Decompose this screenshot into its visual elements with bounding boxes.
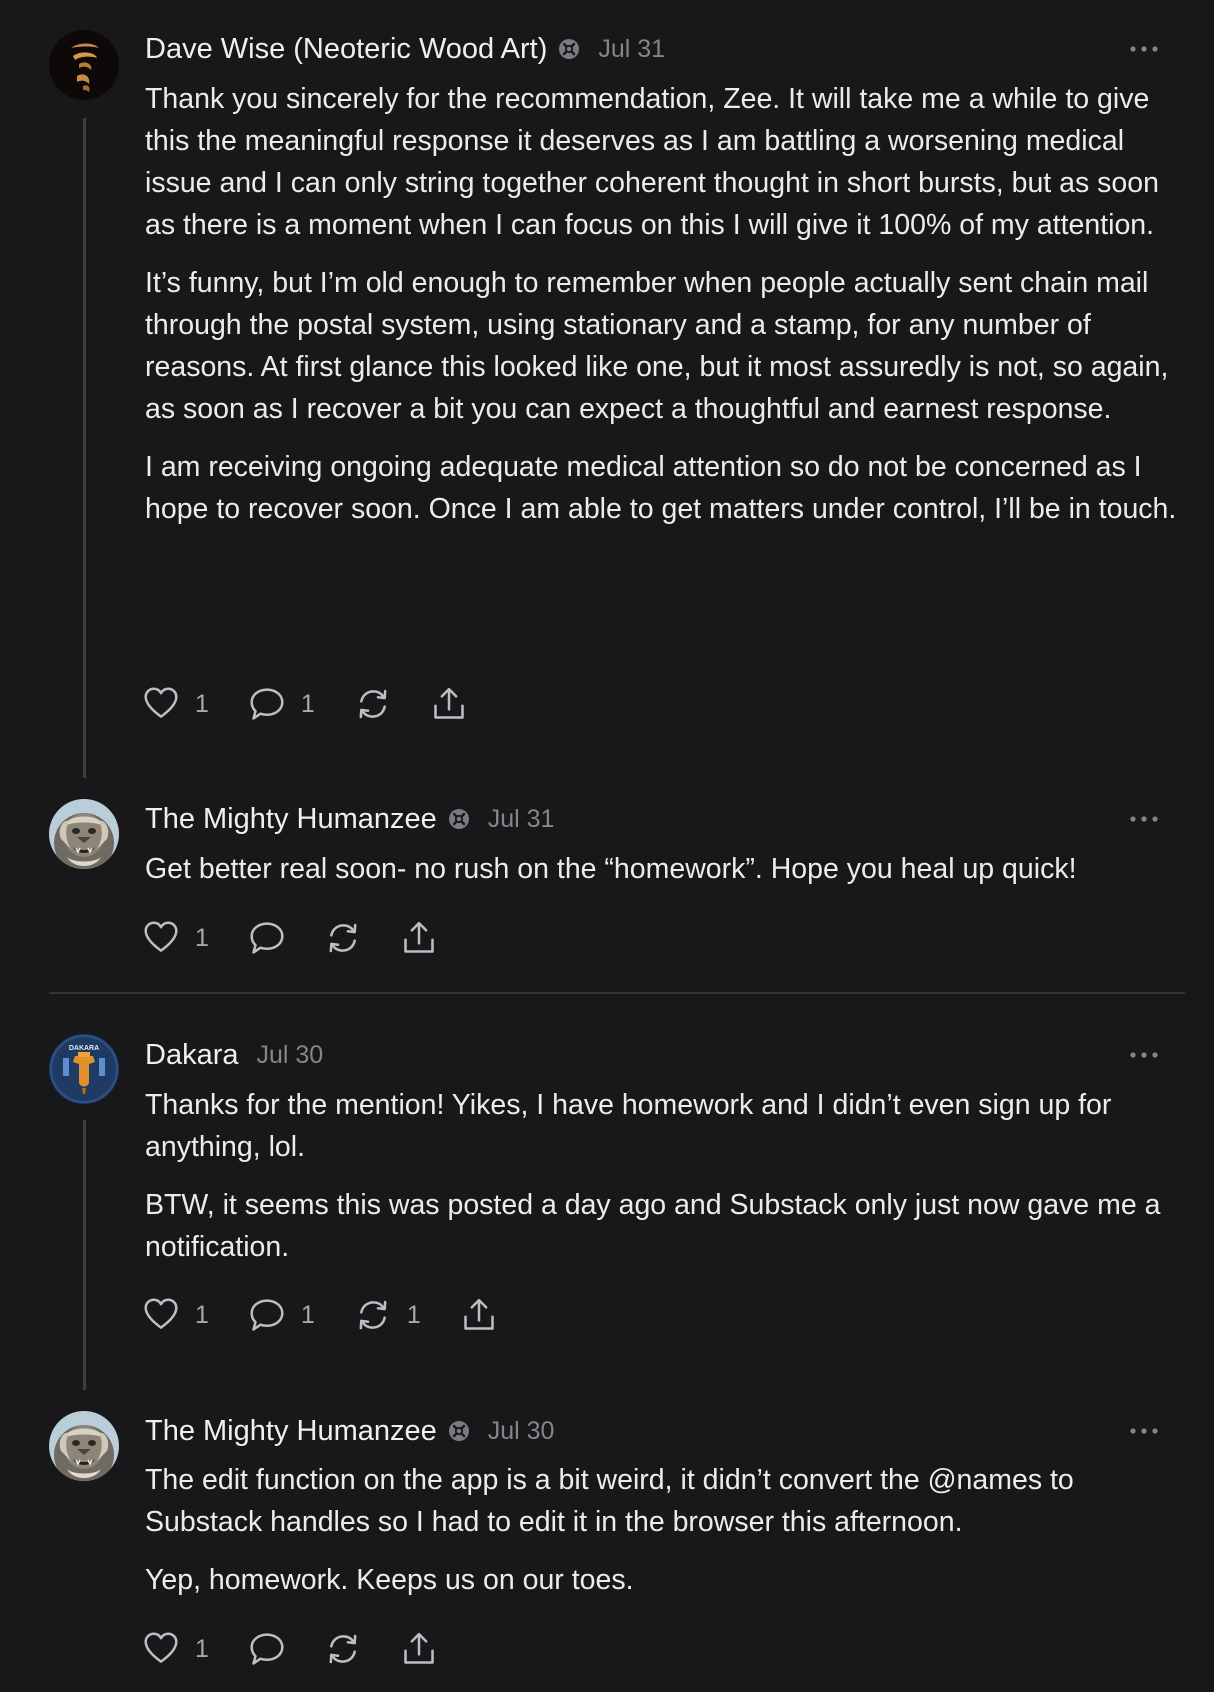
avatar-image	[49, 799, 119, 869]
author-name[interactable]: Dave Wise (Neoteric Wood Art)	[145, 33, 547, 66]
share-icon	[461, 1297, 497, 1333]
subscriber-badge-icon	[448, 1420, 470, 1442]
avatar-image	[49, 1411, 119, 1481]
comment-actions: 1	[143, 1629, 477, 1669]
share-button[interactable]	[461, 1297, 497, 1333]
comment-paragraph: It’s funny, but I’m old enough to rememb…	[145, 267, 1169, 425]
ellipsis-icon[interactable]	[1129, 43, 1159, 55]
comment-bubble-icon	[249, 1631, 285, 1667]
comment-header: The Mighty Humanzee Jul 30	[145, 1411, 554, 1451]
comment-paragraph: The edit function on the app is a bit we…	[145, 1464, 1074, 1538]
like-button[interactable]: 1	[143, 920, 209, 956]
avatar-image	[49, 30, 119, 100]
comment-header: The Mighty Humanzee Jul 31	[145, 799, 554, 839]
comment-date[interactable]: Jul 30	[257, 1041, 324, 1070]
subscriber-badge-icon	[558, 38, 580, 60]
share-icon	[401, 920, 437, 956]
heart-icon	[143, 920, 179, 956]
restack-button[interactable]	[325, 1631, 361, 1667]
comment-body: Thank you sincerely for the recommendati…	[145, 78, 1185, 546]
avatar-image: DAKARA	[49, 1034, 119, 1104]
like-count: 1	[195, 923, 209, 952]
heart-icon	[143, 1297, 179, 1333]
restack-icon	[355, 1297, 391, 1333]
ellipsis-icon[interactable]	[1129, 1049, 1159, 1061]
share-button[interactable]	[401, 920, 437, 956]
avatar-text: DAKARA	[69, 1045, 99, 1052]
author-name[interactable]: The Mighty Humanzee	[145, 1415, 437, 1448]
comment-body: Thanks for the mention! Yikes, I have ho…	[145, 1084, 1185, 1284]
comment-paragraph: BTW, it seems this was posted a day ago …	[145, 1189, 1161, 1263]
comment-paragraph: Thank you sincerely for the recommendati…	[145, 83, 1159, 241]
restack-icon	[325, 920, 361, 956]
thread-line	[83, 118, 86, 778]
share-button[interactable]	[431, 686, 467, 722]
comment-paragraph: Get better real soon- no rush on the “ho…	[145, 853, 1077, 885]
heart-icon	[143, 686, 179, 722]
comment-paragraph: Yep, homework. Keeps us on our toes.	[145, 1564, 634, 1596]
comment-actions: 1 1	[143, 684, 507, 724]
heart-icon	[143, 1631, 179, 1667]
like-count: 1	[195, 1634, 209, 1663]
ellipsis-icon[interactable]	[1129, 1425, 1159, 1437]
comment-header: Dave Wise (Neoteric Wood Art) Jul 31	[145, 29, 665, 69]
restack-button[interactable]	[325, 920, 361, 956]
avatar[interactable]	[49, 1411, 119, 1481]
like-count: 1	[195, 689, 209, 718]
share-button[interactable]	[401, 1631, 437, 1667]
share-icon	[431, 686, 467, 722]
comment-body: Get better real soon- no rush on the “ho…	[145, 848, 1185, 906]
restack-icon	[355, 686, 391, 722]
comment-date[interactable]: Jul 31	[488, 805, 555, 834]
like-count: 1	[195, 1300, 209, 1329]
like-button[interactable]: 1	[143, 1297, 209, 1333]
avatar[interactable]	[49, 799, 119, 869]
comment-body: The edit function on the app is a bit we…	[145, 1459, 1185, 1617]
comment-bubble-icon	[249, 1297, 285, 1333]
comment-date[interactable]: Jul 30	[488, 1417, 555, 1446]
comment-date[interactable]: Jul 31	[598, 35, 665, 64]
reply-button[interactable]: 1	[249, 686, 315, 722]
avatar[interactable]	[49, 30, 119, 100]
thread-line	[83, 1120, 86, 1390]
comment-actions: 1 1 1	[143, 1295, 537, 1335]
comment-bubble-icon	[249, 686, 285, 722]
reply-button[interactable]	[249, 1631, 285, 1667]
restack-count: 1	[406, 1300, 421, 1329]
comment-actions: 1	[143, 918, 477, 958]
comment-bubble-icon	[249, 920, 285, 956]
comment-header: Dakara Jul 30	[145, 1035, 323, 1075]
ellipsis-icon[interactable]	[1129, 813, 1159, 825]
author-name[interactable]: The Mighty Humanzee	[145, 803, 437, 836]
comment-paragraph: Thanks for the mention! Yikes, I have ho…	[145, 1089, 1112, 1163]
reply-count: 1	[300, 1300, 315, 1329]
reply-button[interactable]: 1	[249, 1297, 315, 1333]
subscriber-badge-icon	[448, 808, 470, 830]
restack-button[interactable]: 1	[355, 1297, 421, 1333]
thread-divider	[49, 992, 1185, 994]
comment-paragraph: I am receiving ongoing adequate medical …	[145, 451, 1177, 525]
like-button[interactable]: 1	[143, 1631, 209, 1667]
reply-button[interactable]	[249, 920, 285, 956]
restack-button[interactable]	[355, 686, 391, 722]
share-icon	[401, 1631, 437, 1667]
like-button[interactable]: 1	[143, 686, 209, 722]
author-name[interactable]: Dakara	[145, 1039, 239, 1072]
avatar[interactable]: DAKARA	[49, 1034, 119, 1104]
reply-count: 1	[300, 689, 315, 718]
restack-icon	[325, 1631, 361, 1667]
